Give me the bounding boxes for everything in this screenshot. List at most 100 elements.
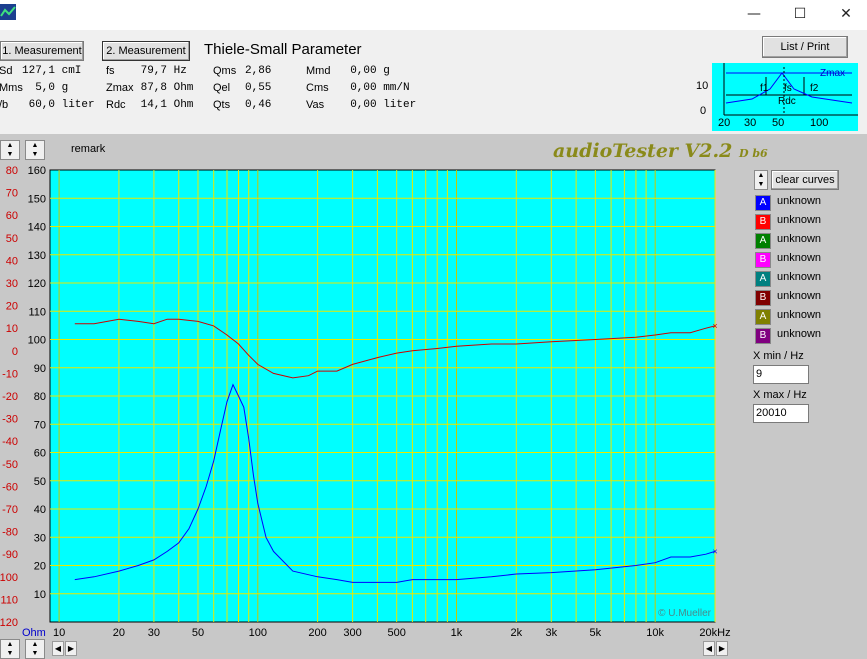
legend-item[interactable]: Aunknown — [755, 270, 865, 287]
scroll-right-arrow[interactable]: ▶ — [65, 641, 77, 656]
legend-spin[interactable]: ▲ ▼ — [754, 170, 768, 190]
tab-measurement-1[interactable]: 1. Measurement — [0, 41, 84, 61]
brand-build: D b6 — [738, 147, 768, 160]
mini-label-f2: f2 — [810, 83, 819, 94]
y-tick-phase: 40 — [6, 255, 18, 267]
mini-impedance-graph: 10 0 20 30 50 100 Zmax f1 fs f2 Rdc — [696, 63, 858, 131]
title-bar: — ☐ ✕ — [0, 0, 867, 30]
legend-item[interactable]: Bunknown — [755, 327, 865, 344]
y-scale-spin-left[interactable]: ▲ ▼ — [0, 140, 20, 160]
tab-measurement-2[interactable]: 2. Measurement — [102, 41, 190, 61]
minimize-button[interactable]: — — [731, 2, 777, 28]
scroll-left-arrow-end[interactable]: ◀ — [703, 641, 715, 656]
curve-legend: Aunknown Bunknown Aunknown Bunknown Aunknown… — [752, 194, 862, 344]
legend-swatch[interactable]: B — [755, 214, 771, 230]
x-scale-spin-left[interactable]: ▲ ▼ — [0, 639, 20, 659]
ts-label: Vas — [306, 99, 325, 111]
legend-swatch[interactable]: A — [755, 309, 771, 325]
x-tick-label: 10 — [53, 627, 65, 639]
y-tick-phase: -10 — [2, 368, 18, 380]
mini-label-zmax: Zmax — [820, 68, 845, 79]
y-tick-phase: -80 — [2, 527, 18, 539]
y-tick-impedance: 10 — [34, 589, 46, 601]
y-tick-impedance: 40 — [34, 504, 46, 516]
y-tick-phase: -60 — [2, 481, 18, 493]
close-button[interactable]: ✕ — [823, 2, 867, 28]
legend-swatch[interactable]: A — [755, 195, 771, 211]
mini-y-tick: 10 — [696, 80, 709, 92]
y-tick-impedance: 70 — [34, 419, 46, 431]
y-tick-phase: 70 — [6, 188, 18, 200]
legend-label: unknown — [777, 214, 822, 226]
section-title: Thiele-Small Parameter — [204, 41, 362, 58]
ts-label: Mms — [0, 82, 23, 94]
y-tick-phase: -100 — [0, 572, 18, 584]
y-tick-phase: -20 — [2, 391, 18, 403]
y-tick-impedance: 110 — [28, 306, 46, 318]
y-tick-phase: -90 — [2, 549, 18, 561]
y-tick-phase: -50 — [2, 459, 18, 471]
legend-swatch[interactable]: B — [755, 252, 771, 268]
scroll-left-arrow[interactable]: ◀ — [52, 641, 64, 656]
chart-plot[interactable]: 1601501401301201101009080706050403020108… — [0, 160, 750, 640]
y-tick-impedance: 130 — [28, 250, 46, 262]
x-tick-label: 3k — [545, 627, 557, 639]
mini-graph-scrollbar[interactable] — [858, 63, 867, 131]
legend-label: unknown — [777, 290, 822, 302]
maximize-button[interactable]: ☐ — [777, 2, 823, 28]
y-tick-phase: -70 — [2, 504, 18, 516]
mini-y-tick: 0 — [700, 105, 707, 117]
legend-item[interactable]: Aunknown — [755, 194, 865, 211]
y-tick-phase: -30 — [2, 414, 18, 426]
xmin-input[interactable]: 9 — [753, 365, 809, 384]
ts-value: 87,8 Ohm — [134, 82, 194, 94]
legend-swatch[interactable]: A — [755, 271, 771, 287]
list-print-button[interactable]: List / Print — [762, 36, 848, 58]
legend-label: unknown — [777, 309, 822, 321]
ts-label: Rdc — [106, 99, 126, 111]
y-tick-impedance: 90 — [34, 363, 46, 375]
legend-item[interactable]: Bunknown — [755, 213, 865, 230]
x-tick-label: 100 — [249, 627, 267, 639]
series-end-marker: × — [712, 321, 717, 331]
mini-label-rdc: Rdc — [778, 96, 796, 107]
legend-item[interactable]: Aunknown — [755, 232, 865, 249]
ts-value: 0,55 — [245, 82, 272, 94]
ts-value: 0,00 g — [337, 65, 390, 77]
legend-item[interactable]: Bunknown — [755, 289, 865, 306]
y-tick-impedance: 100 — [28, 335, 46, 347]
ts-label: Zmax — [106, 82, 134, 94]
legend-item[interactable]: Aunknown — [755, 308, 865, 325]
y-tick-impedance: 80 — [34, 391, 46, 403]
y-scale-spin-right[interactable]: ▲ ▼ — [25, 140, 45, 160]
brand-name: audioTester V2.2 — [553, 140, 733, 162]
clear-curves-button[interactable]: clear curves — [771, 170, 839, 190]
ts-label: Qms — [213, 65, 237, 77]
legend-item[interactable]: Bunknown — [755, 251, 865, 268]
y-tick-phase: -120 — [0, 617, 18, 629]
ts-value: 127,1 cmI — [22, 65, 82, 77]
legend-swatch[interactable]: B — [755, 290, 771, 306]
mini-label-f1: f1 — [760, 83, 769, 94]
x-tick-label: 20kHz — [699, 627, 730, 639]
app-icon — [0, 4, 16, 20]
ts-label: Cms — [306, 82, 329, 94]
remark-label: remark — [71, 143, 106, 155]
ts-value: 79,7 Hz — [134, 65, 187, 77]
ts-value: 0,00 liter — [337, 99, 417, 111]
y-tick-impedance: 60 — [34, 448, 46, 460]
y-tick-phase: -110 — [0, 594, 18, 606]
y-tick-impedance: 150 — [28, 193, 46, 205]
y-tick-impedance: 120 — [28, 278, 46, 290]
legend-swatch[interactable]: B — [755, 328, 771, 344]
mini-x-tick: 30 — [744, 117, 757, 129]
series-end-marker: × — [712, 546, 717, 556]
xmax-input[interactable]: 20010 — [753, 404, 809, 423]
y-tick-impedance: 160 — [28, 165, 46, 177]
legend-label: unknown — [777, 195, 822, 207]
legend-swatch[interactable]: A — [755, 233, 771, 249]
x-scale-spin-right[interactable]: ▲ ▼ — [25, 639, 45, 659]
x-tick-label: 500 — [387, 627, 405, 639]
x-tick-label: 200 — [308, 627, 326, 639]
scroll-right-arrow-end[interactable]: ▶ — [716, 641, 728, 656]
